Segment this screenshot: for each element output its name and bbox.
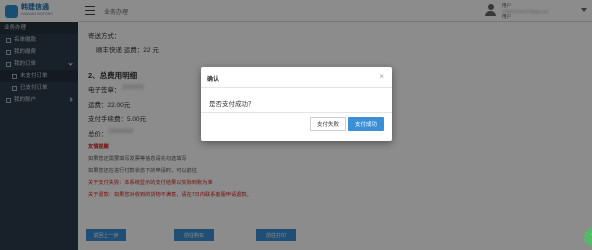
payment-failed-button[interactable]: 支付失败 xyxy=(310,117,346,131)
confirm-dialog: 确认 × 是否支付成功？ 支付失败 支付成功 xyxy=(201,67,392,141)
dialog-message: 是否支付成功？ xyxy=(209,101,255,108)
close-icon[interactable]: × xyxy=(379,72,384,81)
divider xyxy=(201,112,392,113)
payment-success-button[interactable]: 支付成功 xyxy=(348,117,384,131)
divider xyxy=(201,87,392,88)
dialog-title: 确认 xyxy=(207,77,220,83)
